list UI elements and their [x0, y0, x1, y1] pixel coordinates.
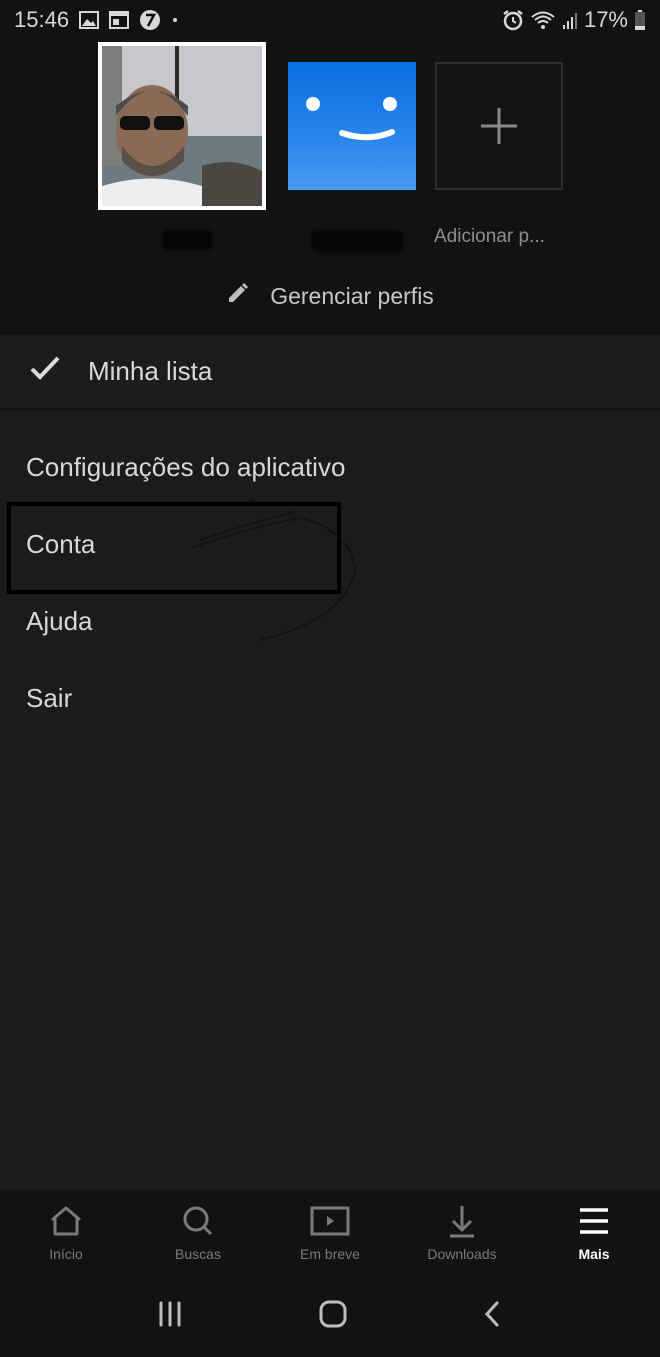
bottom-navigation: Início Buscas Em breve Downloads Mais [0, 1190, 660, 1275]
app-icon [139, 9, 161, 31]
menu-item-app-settings[interactable]: Configurações do aplicativo [26, 452, 345, 483]
nav-label-coming-soon: Em breve [300, 1246, 360, 1262]
nav-label-downloads: Downloads [427, 1246, 497, 1262]
manage-profiles-label: Gerenciar perfis [270, 282, 434, 309]
system-navigation-bar [0, 1275, 660, 1357]
status-time: 15:46 [14, 7, 70, 32]
menu-item-sign-out[interactable]: Sair [26, 683, 72, 714]
manage-profiles-button[interactable]: Gerenciar perfis [0, 280, 660, 312]
battery-icon [634, 9, 646, 31]
image-icon [79, 11, 100, 29]
profile-name-1 [150, 226, 220, 256]
nav-tab-search[interactable]: Buscas [132, 1190, 264, 1275]
my-list-label: Minha lista [88, 356, 213, 386]
nav-label-more: Mais [578, 1246, 610, 1262]
search-icon [181, 1204, 215, 1238]
nav-tab-coming-soon[interactable]: Em breve [264, 1190, 396, 1275]
dot-icon [171, 16, 179, 24]
nav-tab-more[interactable]: Mais [528, 1190, 660, 1275]
nav-label-home: Início [49, 1246, 83, 1262]
status-bar: 15:46 17% [0, 0, 660, 40]
nav-label-search: Buscas [175, 1246, 221, 1262]
profiles-section: Adicionar p... Gerenciar perfis [0, 40, 660, 335]
my-list-item[interactable]: Minha lista [0, 335, 660, 411]
smiley-face-icon [306, 97, 397, 141]
nav-tab-downloads[interactable]: Downloads [396, 1190, 528, 1275]
profile-name-2 [305, 226, 415, 256]
battery-percent: 17% [583, 7, 628, 32]
nav-tab-home[interactable]: Início [0, 1190, 132, 1275]
home-button-icon[interactable] [318, 1299, 348, 1334]
plus-icon [481, 108, 517, 144]
profile-avatar-smiley[interactable] [288, 62, 416, 190]
annotation-highlight-box [7, 502, 341, 594]
download-icon [447, 1204, 477, 1238]
redaction-mark [162, 230, 212, 250]
add-profile-button[interactable] [435, 62, 563, 190]
alarm-icon [502, 9, 524, 31]
menu-icon [578, 1204, 610, 1238]
menu-item-help[interactable]: Ajuda [26, 606, 93, 637]
pencil-icon [226, 281, 250, 311]
calendar-icon [109, 11, 130, 29]
back-icon[interactable] [481, 1300, 503, 1333]
coming-soon-icon [310, 1204, 350, 1238]
check-icon [28, 354, 64, 389]
redaction-mark [311, 230, 403, 252]
recent-apps-icon[interactable] [157, 1300, 185, 1333]
profile-avatar-photo[interactable] [98, 42, 266, 210]
profile-photo-image [102, 46, 262, 206]
add-profile-label[interactable]: Adicionar p... [434, 226, 545, 248]
home-icon [49, 1204, 83, 1238]
wifi-icon [530, 10, 556, 30]
signal-icon [562, 10, 578, 30]
